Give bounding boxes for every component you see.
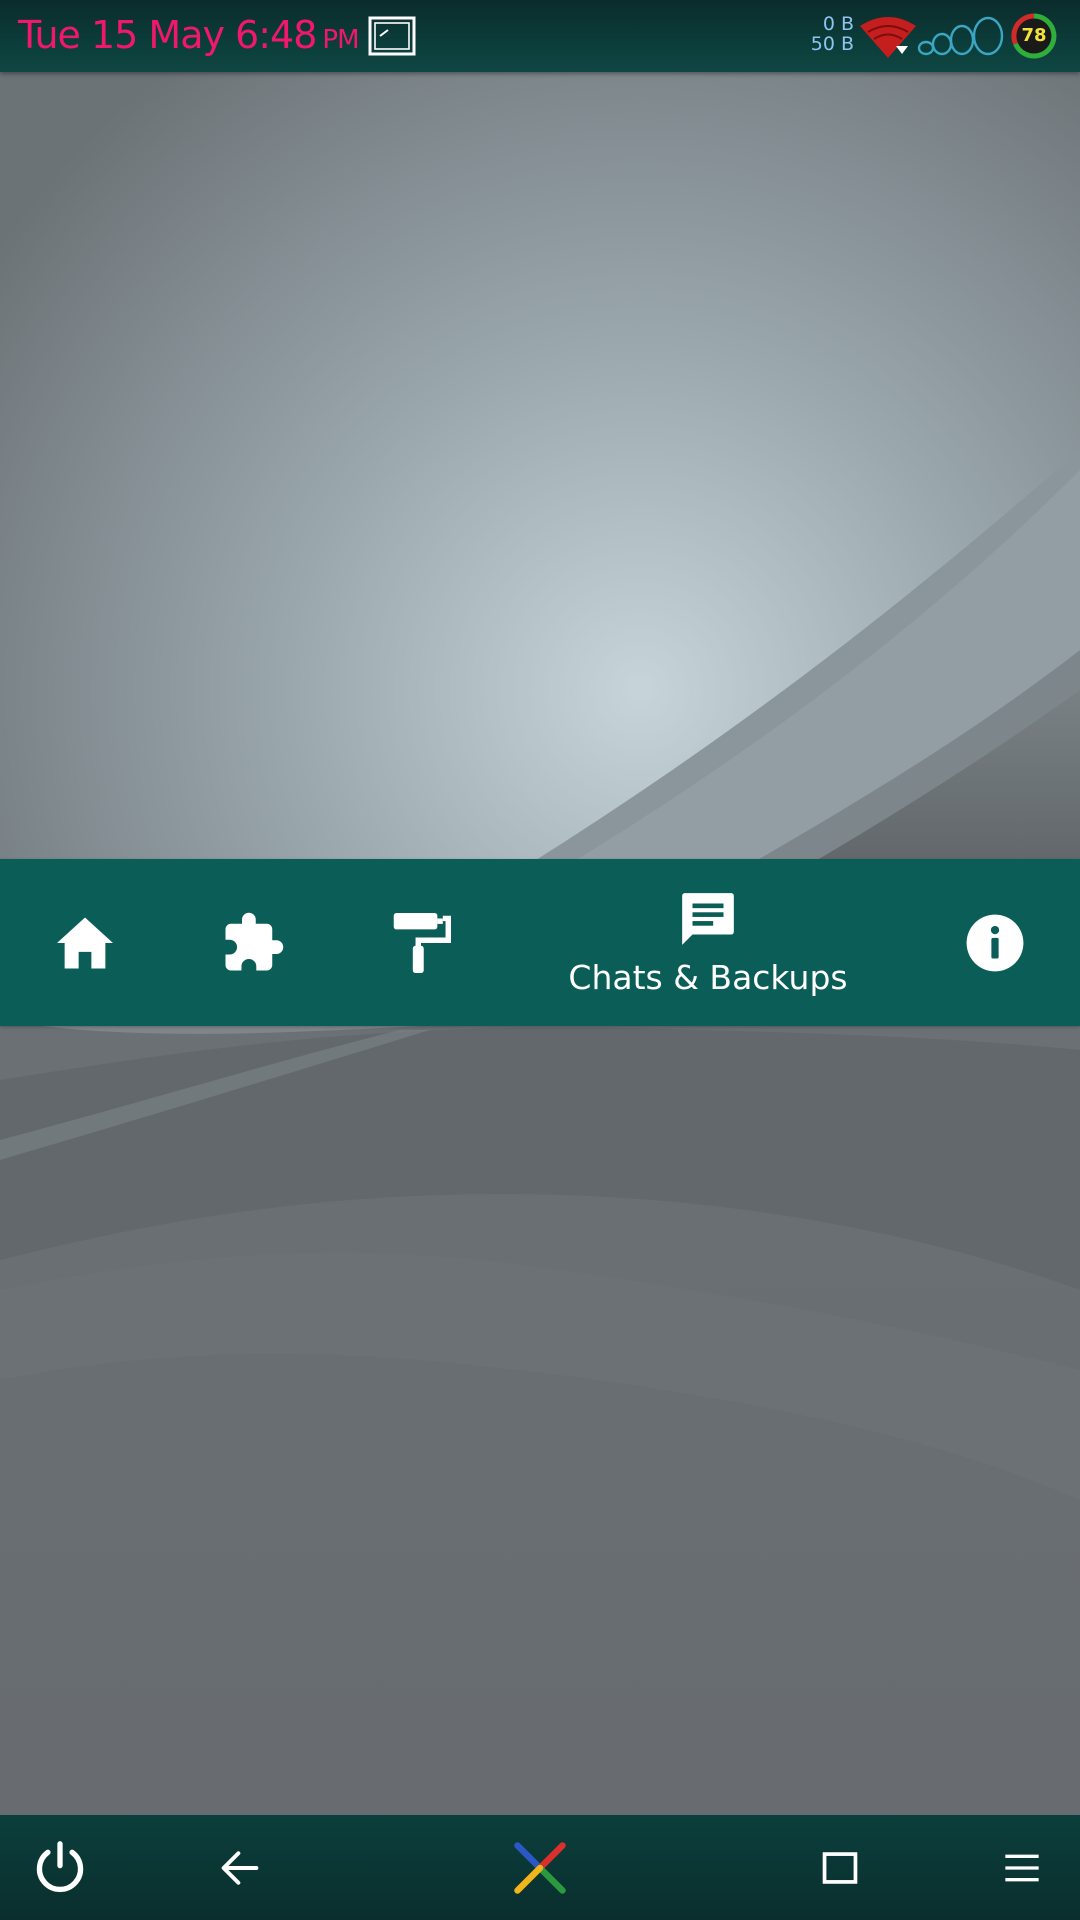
- clock-ampm: PM: [322, 25, 359, 55]
- signal-strength-icon: [917, 16, 1004, 56]
- clock-date-time: Tue 15 May 6:48: [18, 13, 317, 57]
- nav-mods[interactable]: [198, 859, 308, 1026]
- nav-chats-backups[interactable]: Chats & Backups: [545, 859, 871, 1026]
- chat-message-icon: [682, 893, 734, 945]
- wifi-icon: [860, 17, 916, 58]
- status-clock: Tue 15 May 6:48 PM: [18, 10, 360, 65]
- nav-themes[interactable]: [366, 859, 476, 1026]
- menu-button[interactable]: [982, 1815, 1062, 1920]
- home-button[interactable]: [500, 1815, 580, 1920]
- back-arrow-icon: [221, 1850, 259, 1885]
- puzzle-piece-icon: [225, 912, 284, 970]
- system-nav-bar: [0, 1815, 1080, 1920]
- screen: Tue 15 May 6:48 PM 0 B 50 B 78 Chats & B…: [0, 0, 1080, 1920]
- network-speed: 0 B 50 B: [800, 14, 854, 54]
- net-upload: 50 B: [810, 33, 854, 55]
- battery-level: 78: [1021, 25, 1047, 46]
- app-nav-toolbar: Chats & Backups: [0, 859, 1080, 1026]
- recents-button[interactable]: [800, 1815, 880, 1920]
- power-button[interactable]: [20, 1815, 100, 1920]
- menu-icon: [1005, 1854, 1039, 1881]
- pinwheel-home-icon: [514, 1841, 566, 1894]
- home-icon: [57, 917, 113, 968]
- paint-roller-icon: [393, 912, 451, 973]
- net-download: 0 B: [822, 13, 854, 35]
- nav-home[interactable]: [30, 859, 140, 1026]
- back-button[interactable]: [200, 1815, 280, 1920]
- screenshot-icon: [368, 16, 416, 56]
- info-icon: [966, 914, 1024, 971]
- nav-chats-label: Chats & Backups: [568, 958, 848, 997]
- power-icon: [36, 1840, 84, 1892]
- status-bar: Tue 15 May 6:48 PM 0 B 50 B 78: [0, 0, 1080, 72]
- nav-info[interactable]: [940, 859, 1050, 1026]
- recents-square-icon: [822, 1851, 858, 1884]
